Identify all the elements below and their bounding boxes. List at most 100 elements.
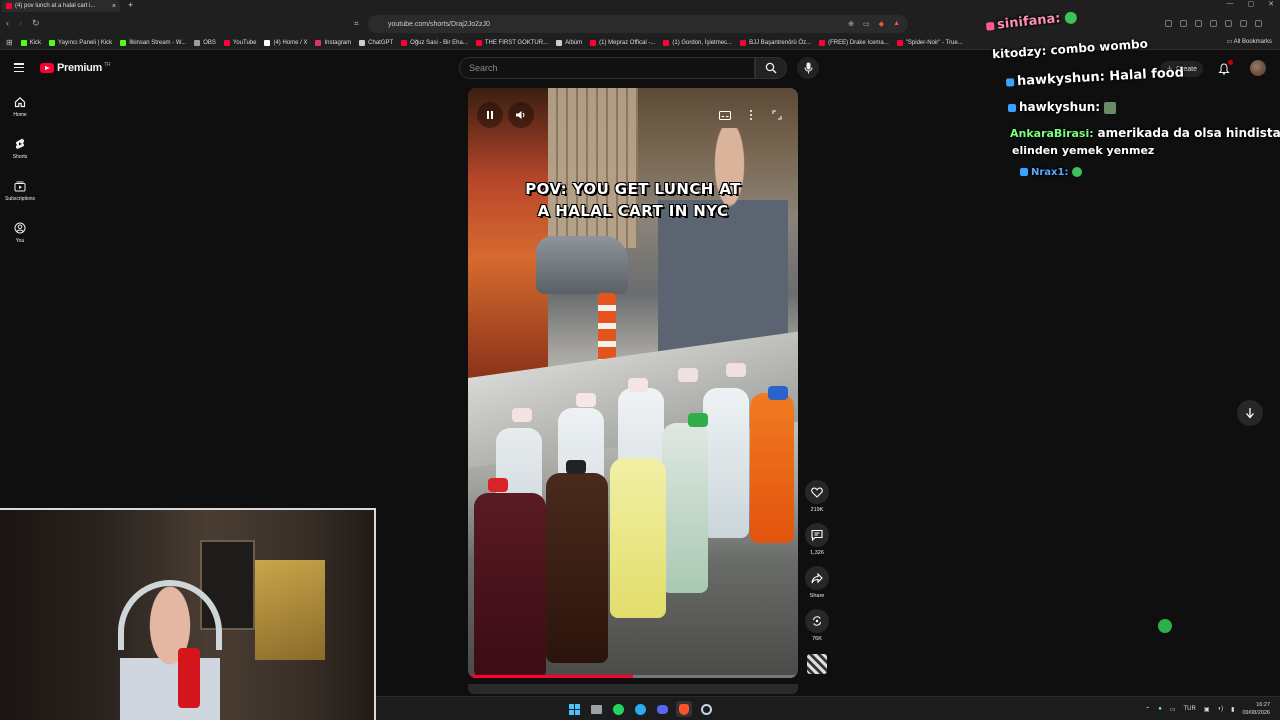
- apps-grid-icon[interactable]: ⊞: [6, 38, 13, 47]
- guide-label: Shorts: [12, 154, 28, 160]
- bookmark-label: (4) Home / X: [273, 39, 308, 46]
- chat-message: AnkaraBirasi: amerikada da olsa hindista…: [1010, 126, 1280, 140]
- bookmark-item[interactable]: BJJ Başantrenörü Öz...: [740, 39, 811, 46]
- video-scene-car: [536, 236, 628, 294]
- address-bar[interactable]: ⌗ youtube.com/shorts/Draj2Jo2zJ0 ⊕ ▭ ◆ ▲: [354, 15, 908, 33]
- youtube-premium-logo[interactable]: Premium TR: [40, 62, 111, 74]
- guide-label: Home: [13, 112, 27, 118]
- youtube-play-logo-icon: [40, 63, 54, 73]
- like-action[interactable]: 219K: [805, 480, 829, 523]
- video-progress-bar[interactable]: [468, 675, 798, 678]
- webcam-overlay: [0, 508, 376, 720]
- system-tray: ⌃ ● ▭ TUR ▣ ◖) ▮ 16:27 09/08/2026: [1145, 701, 1270, 717]
- bookmark-item[interactable]: (FREE) Drake Icema...: [819, 39, 889, 46]
- bookmark-item[interactable]: (1) Gordon, İşletmec...: [663, 39, 733, 46]
- video-scene-bottle-green: [662, 423, 708, 593]
- fullscreen-button[interactable]: [764, 102, 790, 128]
- bookmark-label: (FREE) Drake Icema...: [828, 39, 889, 46]
- back-icon[interactable]: ‹: [6, 18, 9, 29]
- remix-action[interactable]: 76K: [805, 609, 829, 652]
- bookmark-label: (1) Mepraz Offical -...: [599, 39, 656, 46]
- tray-overflow-icon[interactable]: ⌃: [1145, 706, 1150, 713]
- cast-icon[interactable]: ▭: [863, 20, 870, 28]
- brave-shield-icon[interactable]: ◆: [879, 20, 884, 28]
- rewards-icon[interactable]: ▲: [893, 20, 900, 28]
- bookmark-favicon-icon: [49, 39, 56, 46]
- new-tab-icon[interactable]: +: [128, 0, 133, 10]
- forward-icon[interactable]: ›: [19, 18, 22, 29]
- share-action[interactable]: Share: [805, 566, 829, 609]
- video-bottom-bar: [468, 684, 798, 694]
- like-button[interactable]: [805, 480, 829, 504]
- voice-search-button[interactable]: [797, 57, 819, 79]
- shorts-video-player[interactable]: POV: YOU GET LUNCH AT A HALAL CART IN NY…: [468, 88, 798, 678]
- search-button[interactable]: [755, 57, 787, 79]
- taskbar-clock[interactable]: 16:27 09/08/2026: [1242, 701, 1270, 717]
- pause-button[interactable]: [477, 102, 503, 128]
- bookmark-label: Albüm: [565, 39, 583, 46]
- tray-mic-icon[interactable]: ●: [1158, 706, 1162, 712]
- video-scene-cap: [688, 413, 708, 427]
- bookmark-label: (1) Gordon, İşletmec...: [672, 39, 733, 46]
- clock-date: 09/08/2026: [1242, 710, 1270, 716]
- steam-icon[interactable]: [698, 701, 714, 717]
- reload-icon[interactable]: ↻: [32, 18, 40, 29]
- sound-thumbnail[interactable]: [807, 654, 827, 674]
- windows-taskbar: ⌃ ● ▭ TUR ▣ ◖) ▮ 16:27 09/08/2026: [376, 696, 1280, 720]
- spotify-icon[interactable]: [610, 701, 626, 717]
- volume-button[interactable]: [508, 102, 534, 128]
- keyboard-language[interactable]: TUR: [1184, 706, 1196, 712]
- video-scene-cart-window: [468, 88, 548, 398]
- chat-message: kitodzy: combo wombo: [992, 37, 1149, 62]
- microphone-icon: [804, 62, 812, 74]
- bookmark-item[interactable]: ChatGPT: [359, 39, 393, 46]
- more-options-button[interactable]: [738, 102, 764, 128]
- video-scene-bottle-orange: [750, 393, 794, 543]
- search-input[interactable]: Search: [459, 57, 755, 79]
- bookmark-item[interactable]: OBS: [194, 39, 216, 46]
- volume-icon: [516, 111, 525, 119]
- captions-button[interactable]: [712, 102, 738, 128]
- bookmark-item[interactable]: "Spider-Noir" - True...: [896, 39, 963, 46]
- caption-line: POV: YOU GET LUNCH AT: [525, 180, 741, 198]
- guide-item-subscriptions[interactable]: Subscriptions: [0, 174, 40, 216]
- share-button[interactable]: [805, 566, 829, 590]
- bookmark-label: İlkinsan Stream - W...: [129, 39, 187, 46]
- bookmark-item[interactable]: Oğuz Sasi - Bir Eha...: [401, 39, 468, 46]
- browser-tab-active[interactable]: (4) pov lunch at a halal cart i... ×: [2, 0, 120, 12]
- bookmark-item[interactable]: (1) Mepraz Offical -...: [590, 39, 656, 46]
- you-icon: [14, 222, 26, 234]
- remix-button[interactable]: [805, 609, 829, 633]
- bookmark-item[interactable]: Yayıncı Paneli | Kick: [49, 39, 112, 46]
- guide-label: You: [15, 238, 25, 244]
- telegram-icon[interactable]: [632, 701, 648, 717]
- comment-button[interactable]: [805, 523, 829, 547]
- menu-icon[interactable]: [14, 63, 24, 72]
- url-text: youtube.com/shorts/Draj2Jo2zJ0: [388, 20, 490, 28]
- tray-app-icon[interactable]: ▭: [1170, 706, 1176, 713]
- brave-browser-icon[interactable]: [676, 701, 692, 717]
- bookmark-item[interactable]: YouTube: [223, 39, 256, 46]
- bookmark-item[interactable]: (4) Home / X: [264, 39, 308, 46]
- bookmark-item[interactable]: Instagram: [315, 39, 351, 46]
- zoom-icon[interactable]: ⊕: [848, 20, 854, 28]
- video-scene-bottle-dr-pepper: [474, 493, 546, 678]
- guide-item-you[interactable]: You: [0, 216, 40, 258]
- bookmark-item[interactable]: Kick: [20, 39, 41, 46]
- bookmark-item[interactable]: İlkinsan Stream - W...: [120, 39, 187, 46]
- network-icon[interactable]: ▣: [1204, 706, 1210, 713]
- shorts-icon: [15, 138, 25, 149]
- volume-tray-icon[interactable]: ◖): [1218, 706, 1224, 712]
- start-icon[interactable]: [566, 701, 582, 717]
- bookmark-page-icon[interactable]: ⌗: [354, 19, 359, 29]
- discord-icon[interactable]: [654, 701, 670, 717]
- bookmark-item[interactable]: THE FIRST GOKTUR...: [475, 39, 548, 46]
- battery-icon[interactable]: ▮: [1231, 706, 1234, 713]
- guide-item-home[interactable]: Home: [0, 90, 40, 132]
- file-explorer-icon[interactable]: [588, 701, 604, 717]
- next-short-button[interactable]: [1237, 400, 1263, 426]
- guide-item-shorts[interactable]: Shorts: [0, 132, 40, 174]
- close-tab-icon[interactable]: ×: [112, 3, 116, 10]
- bookmark-item[interactable]: Albüm: [556, 39, 583, 46]
- comment-action[interactable]: 1,326: [805, 523, 829, 566]
